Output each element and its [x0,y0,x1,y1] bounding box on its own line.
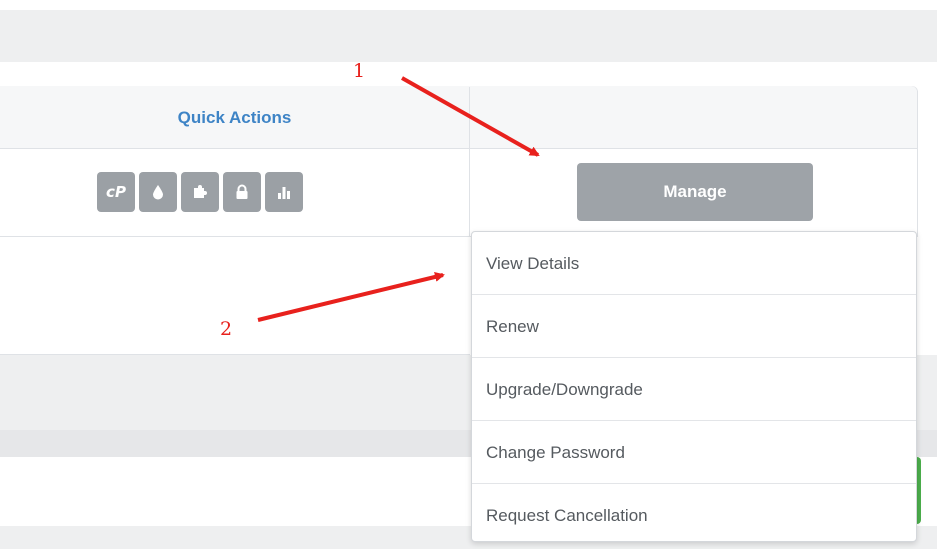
arrow-1 [401,76,540,157]
annotation-arrows [257,76,540,322]
arrow-2 [257,272,445,322]
